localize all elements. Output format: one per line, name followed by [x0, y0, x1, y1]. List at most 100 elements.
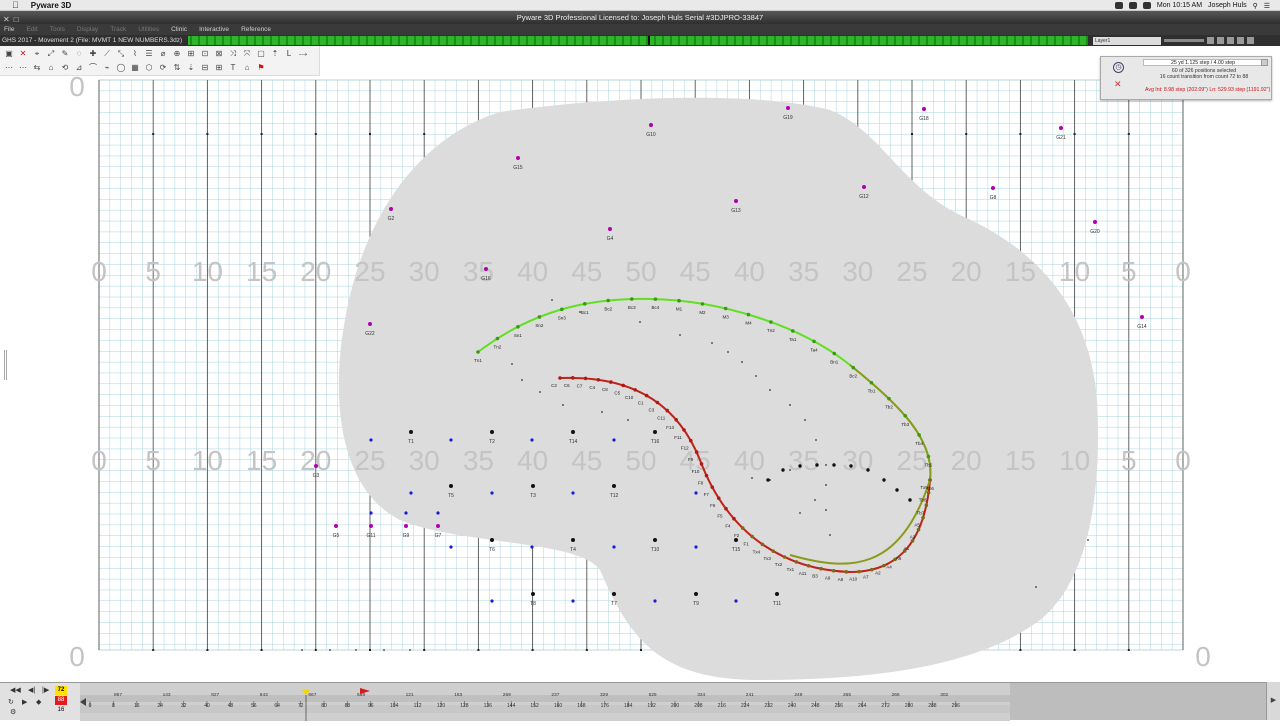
red-performer-label: F5: [717, 514, 723, 519]
tool-button-icon[interactable]: ⊞: [186, 49, 196, 59]
set-label: 121: [406, 692, 414, 698]
tool-button-icon[interactable]: ⌒: [88, 63, 98, 73]
tool-button-icon[interactable]: ⊕: [172, 49, 182, 59]
tool-button-icon[interactable]: T: [228, 63, 238, 73]
red-performer-label: F2: [734, 533, 740, 538]
tool-button-icon[interactable]: L: [284, 49, 294, 59]
marker-label: T8: [530, 601, 536, 607]
red-performer-dot: [869, 567, 874, 572]
marker-dot: [449, 484, 453, 488]
loop-icon[interactable]: ↻: [8, 698, 14, 706]
settings-icon[interactable]: ⚙: [10, 708, 16, 716]
yard-number-bottom: 35: [463, 445, 494, 476]
blue-dot: [571, 599, 575, 603]
timeline-tick-label: 48: [228, 703, 234, 709]
tool-button-icon[interactable]: ⟲: [60, 63, 70, 73]
green-performer-label: Ta1: [789, 337, 797, 342]
green-performer-label: Tb5: [925, 463, 933, 468]
tool-button-icon[interactable]: ⟋: [102, 49, 112, 59]
tool-button-icon[interactable]: ▦: [130, 63, 140, 73]
step-size-field[interactable]: 25 yd 1.125 step / 4.00 step: [1143, 59, 1263, 66]
red-performer-dot: [924, 503, 929, 508]
path-dot: [815, 439, 817, 441]
path-dot: [741, 361, 743, 363]
current-count[interactable]: 72: [55, 686, 67, 695]
left-resize-grip[interactable]: [4, 350, 7, 380]
green-performer-label: Sn3: [558, 315, 567, 320]
tool-button-icon[interactable]: ⌂: [242, 63, 252, 73]
metronome-icon[interactable]: ◆: [36, 698, 41, 706]
yard-number-bottom: 20: [300, 445, 331, 476]
yard-number-bottom: 40: [517, 445, 548, 476]
red-performer-label: F11: [674, 435, 682, 440]
timeline-tick-label: 288: [928, 703, 937, 709]
tool-button-icon[interactable]: ⤨: [228, 49, 238, 59]
tool-button-icon[interactable]: ✎: [60, 49, 70, 59]
green-performer-label: Bc2: [604, 306, 612, 311]
close-icon[interactable]: ✕: [1114, 79, 1122, 90]
rewind-icon[interactable]: ◀◀: [10, 686, 21, 694]
next-count[interactable]: 88: [55, 696, 67, 705]
tool-button-icon[interactable]: ▣: [4, 49, 14, 59]
yard-number-bottom: 35: [788, 445, 819, 476]
tool-button-icon[interactable]: ◯: [116, 63, 126, 73]
tool-button-icon[interactable]: ▢: [256, 49, 266, 59]
tool-button-icon[interactable]: ⊟: [200, 63, 210, 73]
timeline-tick-label: 224: [741, 703, 750, 709]
step-forward-icon[interactable]: |▶: [42, 686, 49, 694]
tool-button-icon[interactable]: ⌀: [158, 49, 168, 59]
tool-button-icon[interactable]: ⟳: [158, 63, 168, 73]
tool-button-icon[interactable]: ⬡: [144, 63, 154, 73]
tool-button-icon[interactable]: ⌁: [102, 63, 112, 73]
tool-button-icon[interactable]: ⊡: [200, 49, 210, 59]
tool-button-icon[interactable]: ⌇: [130, 49, 140, 59]
tool-button-icon[interactable]: ⊞: [214, 63, 224, 73]
tool-button-icon[interactable]: ⤢: [46, 49, 56, 59]
tool-button-icon[interactable]: ⤏: [298, 49, 308, 59]
tool-button-icon[interactable]: ◌: [74, 49, 84, 59]
tool-button-icon[interactable]: ⋯: [18, 63, 28, 73]
step-back-icon[interactable]: ◀|: [28, 686, 35, 694]
timeline-tick-label: 104: [390, 703, 399, 709]
tool-button-icon[interactable]: ⊠: [214, 49, 224, 59]
tool-button-icon[interactable]: ⋯: [4, 63, 14, 73]
drill-field[interactable]: 0 5 10 15 20 25 30 35 40 45 50 45 40 35 30 25 20 15 10 5 00 5…: [0, 0, 1280, 720]
timeline-tick-label: 200: [671, 703, 680, 709]
path-dot: [829, 534, 831, 536]
red-performer-label: A8: [838, 577, 844, 582]
hash-mark: [640, 649, 642, 651]
tool-button-icon[interactable]: ⌖: [32, 49, 42, 59]
yard-number-top: 0: [1175, 256, 1191, 287]
tool-button-icon[interactable]: ⚑: [256, 63, 266, 73]
count-track[interactable]: 0 8 16 24 32 40 48 56 64 72 80 88 96 104 112 120 128 136 1…: [80, 682, 1010, 721]
tool-button-icon[interactable]: ⤡: [116, 49, 126, 59]
tool-button-icon[interactable]: ☰: [144, 49, 154, 59]
marker-dot: [484, 267, 488, 271]
tool-button-icon[interactable]: ⇅: [172, 63, 182, 73]
tool-button-icon[interactable]: ⌂: [46, 63, 56, 73]
yard-number-bottom: 40: [734, 445, 765, 476]
red-performer-dot: [750, 534, 754, 539]
timeline-tick-label: 88: [345, 703, 351, 709]
tool-button-icon[interactable]: ⇆: [32, 63, 42, 73]
tool-button-icon[interactable]: ✕: [18, 49, 28, 59]
clock-icon[interactable]: ◷: [1113, 62, 1124, 73]
tool-button-icon[interactable]: ⇣: [186, 63, 196, 73]
tool-button-icon[interactable]: ⇡: [270, 49, 280, 59]
red-performer-label: C10: [625, 395, 634, 400]
play-icon[interactable]: ▶: [22, 698, 27, 706]
track-band: [80, 695, 1010, 702]
red-performer-dot: [655, 400, 660, 405]
marker-label: G21: [1056, 135, 1066, 141]
panel-button-1[interactable]: [1261, 59, 1268, 66]
red-performer-label: F12: [681, 446, 689, 451]
timeline-tick-label: 168: [577, 703, 586, 709]
yard-number-top: 25: [896, 256, 927, 287]
timeline-tick-label: 32: [181, 703, 187, 709]
tool-button-icon[interactable]: ⤧: [242, 49, 252, 59]
a-block-dot: [908, 498, 912, 502]
tool-button-icon[interactable]: ✚: [88, 49, 98, 59]
green-performer-dot: [869, 380, 874, 385]
tool-button-icon[interactable]: ⊿: [74, 63, 84, 73]
timeline-scroll-arrow[interactable]: ▶: [1266, 682, 1280, 720]
